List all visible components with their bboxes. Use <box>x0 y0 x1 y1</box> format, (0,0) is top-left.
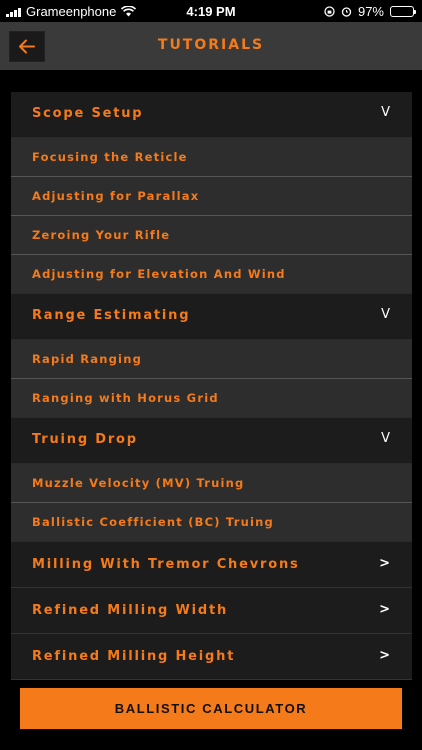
list-item-label: Ballistic Coefficient (BC) Truing <box>32 515 274 529</box>
status-bar: Grameenphone 4:19 PM 97% <box>0 0 422 22</box>
chevron-right-icon: > <box>379 556 390 571</box>
list-item-label: Ranging with Horus Grid <box>32 391 219 405</box>
list-item-label: Focusing the Reticle <box>32 150 188 164</box>
section-header-scope-setup[interactable]: Scope Setup V <box>11 92 412 138</box>
list-item-label: Adjusting for Elevation And Wind <box>32 267 286 281</box>
section-header-truing-drop[interactable]: Truing Drop V <box>11 418 412 464</box>
chevron-right-icon: > <box>379 648 390 663</box>
list-item-focusing-reticle[interactable]: Focusing the Reticle <box>11 138 412 177</box>
nav-bar: TUTORIALS <box>0 22 422 70</box>
battery-icon <box>390 6 416 17</box>
chevron-down-icon: V <box>381 105 390 120</box>
link-title: Milling With Tremor Chevrons <box>32 557 300 572</box>
list-item-horus-grid[interactable]: Ranging with Horus Grid <box>11 379 412 418</box>
ballistic-calculator-button[interactable]: BALLISTIC CALCULATOR <box>20 688 402 729</box>
list-item-zeroing[interactable]: Zeroing Your Rifle <box>11 216 412 255</box>
orientation-lock-icon <box>324 6 335 17</box>
list-item-label: Zeroing Your Rifle <box>32 228 171 242</box>
chevron-down-icon: V <box>381 431 390 446</box>
page-title: TUTORIALS <box>157 37 265 53</box>
chevron-down-icon: V <box>381 307 390 322</box>
list-item-parallax[interactable]: Adjusting for Parallax <box>11 177 412 216</box>
link-title: Refined Milling Width <box>32 603 229 618</box>
section-title: Truing Drop <box>32 432 138 447</box>
section-title: Range Estimating <box>32 308 191 323</box>
list-item-mv-truing[interactable]: Muzzle Velocity (MV) Truing <box>11 464 412 503</box>
list-item-label: Rapid Ranging <box>32 352 143 366</box>
section-title: Scope Setup <box>32 106 144 121</box>
link-row-tremor-chevrons[interactable]: Milling With Tremor Chevrons > <box>11 542 412 588</box>
link-row-milling-width[interactable]: Refined Milling Width > <box>11 588 412 634</box>
tutorial-list: Scope Setup V Focusing the Reticle Adjus… <box>11 92 412 680</box>
chevron-right-icon: > <box>379 602 390 617</box>
alarm-icon <box>341 7 352 17</box>
link-title: Refined Milling Height <box>32 649 236 664</box>
ballistic-calculator-label: BALLISTIC CALCULATOR <box>114 701 308 716</box>
list-item-elevation-wind[interactable]: Adjusting for Elevation And Wind <box>11 255 412 294</box>
list-item-rapid-ranging[interactable]: Rapid Ranging <box>11 340 412 379</box>
list-item-bc-truing[interactable]: Ballistic Coefficient (BC) Truing <box>11 503 412 542</box>
list-item-label: Muzzle Velocity (MV) Truing <box>32 476 245 490</box>
list-item-label: Adjusting for Parallax <box>32 189 200 203</box>
link-row-milling-height[interactable]: Refined Milling Height > <box>11 634 412 680</box>
status-right: 97% <box>324 4 416 19</box>
section-header-range-estimating[interactable]: Range Estimating V <box>11 294 412 340</box>
battery-percent: 97% <box>357 4 384 19</box>
